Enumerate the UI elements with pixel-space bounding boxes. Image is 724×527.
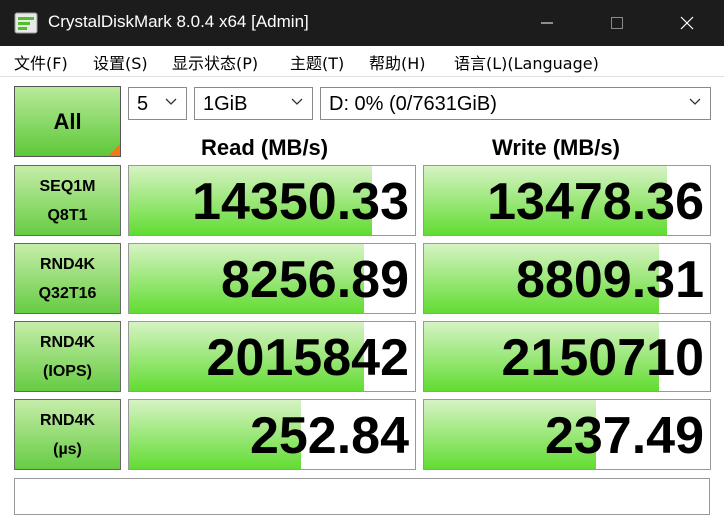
menu-help[interactable]: 帮助(H) (369, 50, 426, 74)
write-result-rnd4k-latency: 237.49 (423, 399, 711, 470)
chevron-down-icon (689, 98, 701, 105)
read-result-rnd4k-iops: 2015842 (128, 321, 416, 392)
test-count-value: 5 (137, 93, 149, 115)
crystaldiskmark-app-icon (14, 11, 38, 35)
title-bar: CrystalDiskMark 8.0.4 x64 [Admin] (0, 0, 724, 46)
write-value: 2150710 (501, 329, 704, 387)
menu-file[interactable]: 文件(F) (14, 50, 68, 74)
test-name-line1: RND4K (39, 333, 96, 351)
test-button-seq1m-q8t1[interactable]: SEQ1M Q8T1 (14, 165, 121, 236)
read-value: 252.84 (249, 407, 409, 465)
write-value: 8809.31 (516, 251, 704, 309)
read-column-header: Read (MB/s) (201, 135, 329, 160)
test-name-line1: RND4K (39, 255, 96, 273)
write-column-header: Write (MB/s) (492, 135, 620, 160)
menu-language[interactable]: 语言(L)(Language) (454, 50, 599, 74)
test-name-line2: Q8T1 (47, 206, 88, 224)
test-button-rnd4k-latency[interactable]: RND4K (µs) (14, 399, 121, 470)
write-value: 13478.36 (487, 173, 704, 231)
menu-bar: 文件(F) 设置(S) 显示状态(P) 主题(T) 帮助(H) 语言(L)(La… (0, 46, 724, 77)
write-result-rnd4k-q32t16: 8809.31 (423, 243, 711, 314)
test-name-line2: (IOPS) (43, 362, 92, 380)
chevron-down-icon (165, 98, 177, 105)
test-name-line2: (µs) (53, 440, 82, 458)
menu-display-status[interactable]: 显示状态(P) (172, 50, 258, 74)
all-tests-button[interactable]: All (14, 86, 121, 157)
all-button-label: All (53, 108, 82, 134)
close-button[interactable] (671, 8, 703, 38)
close-icon (680, 16, 694, 30)
read-result-rnd4k-latency: 252.84 (128, 399, 416, 470)
menu-settings[interactable]: 设置(S) (93, 50, 148, 74)
minimize-button[interactable] (531, 8, 563, 38)
test-count-select[interactable]: 5 (128, 87, 187, 120)
test-name-line1: RND4K (39, 411, 96, 429)
write-result-rnd4k-iops: 2150710 (423, 321, 711, 392)
orange-corner-marker (108, 144, 120, 156)
test-name-line1: SEQ1M (39, 177, 96, 195)
write-result-seq1m: 13478.36 (423, 165, 711, 236)
maximize-button[interactable] (601, 8, 633, 38)
maximize-icon (611, 17, 623, 29)
test-size-select[interactable]: 1GiB (194, 87, 313, 120)
read-result-seq1m: 14350.33 (128, 165, 416, 236)
minimize-icon (541, 22, 553, 24)
window-title: CrystalDiskMark 8.0.4 x64 [Admin] (48, 12, 309, 31)
read-result-rnd4k-q32t16: 8256.89 (128, 243, 416, 314)
test-button-rnd4k-q32t16[interactable]: RND4K Q32T16 (14, 243, 121, 314)
read-value: 14350.33 (192, 173, 409, 231)
read-value: 2015842 (206, 329, 409, 387)
test-name-line2: Q32T16 (38, 284, 97, 302)
main-panel: All 5 1GiB D: 0% (0/7631GiB) Read (MB/s)… (0, 77, 724, 527)
menu-theme[interactable]: 主题(T) (290, 50, 344, 74)
read-value: 8256.89 (221, 251, 409, 309)
test-button-rnd4k-iops[interactable]: RND4K (IOPS) (14, 321, 121, 392)
write-value: 237.49 (544, 407, 704, 465)
comment-input[interactable] (14, 478, 710, 515)
drive-value: D: 0% (0/7631GiB) (329, 93, 497, 115)
chevron-down-icon (291, 98, 303, 105)
drive-select[interactable]: D: 0% (0/7631GiB) (320, 87, 711, 120)
test-size-value: 1GiB (203, 93, 248, 115)
